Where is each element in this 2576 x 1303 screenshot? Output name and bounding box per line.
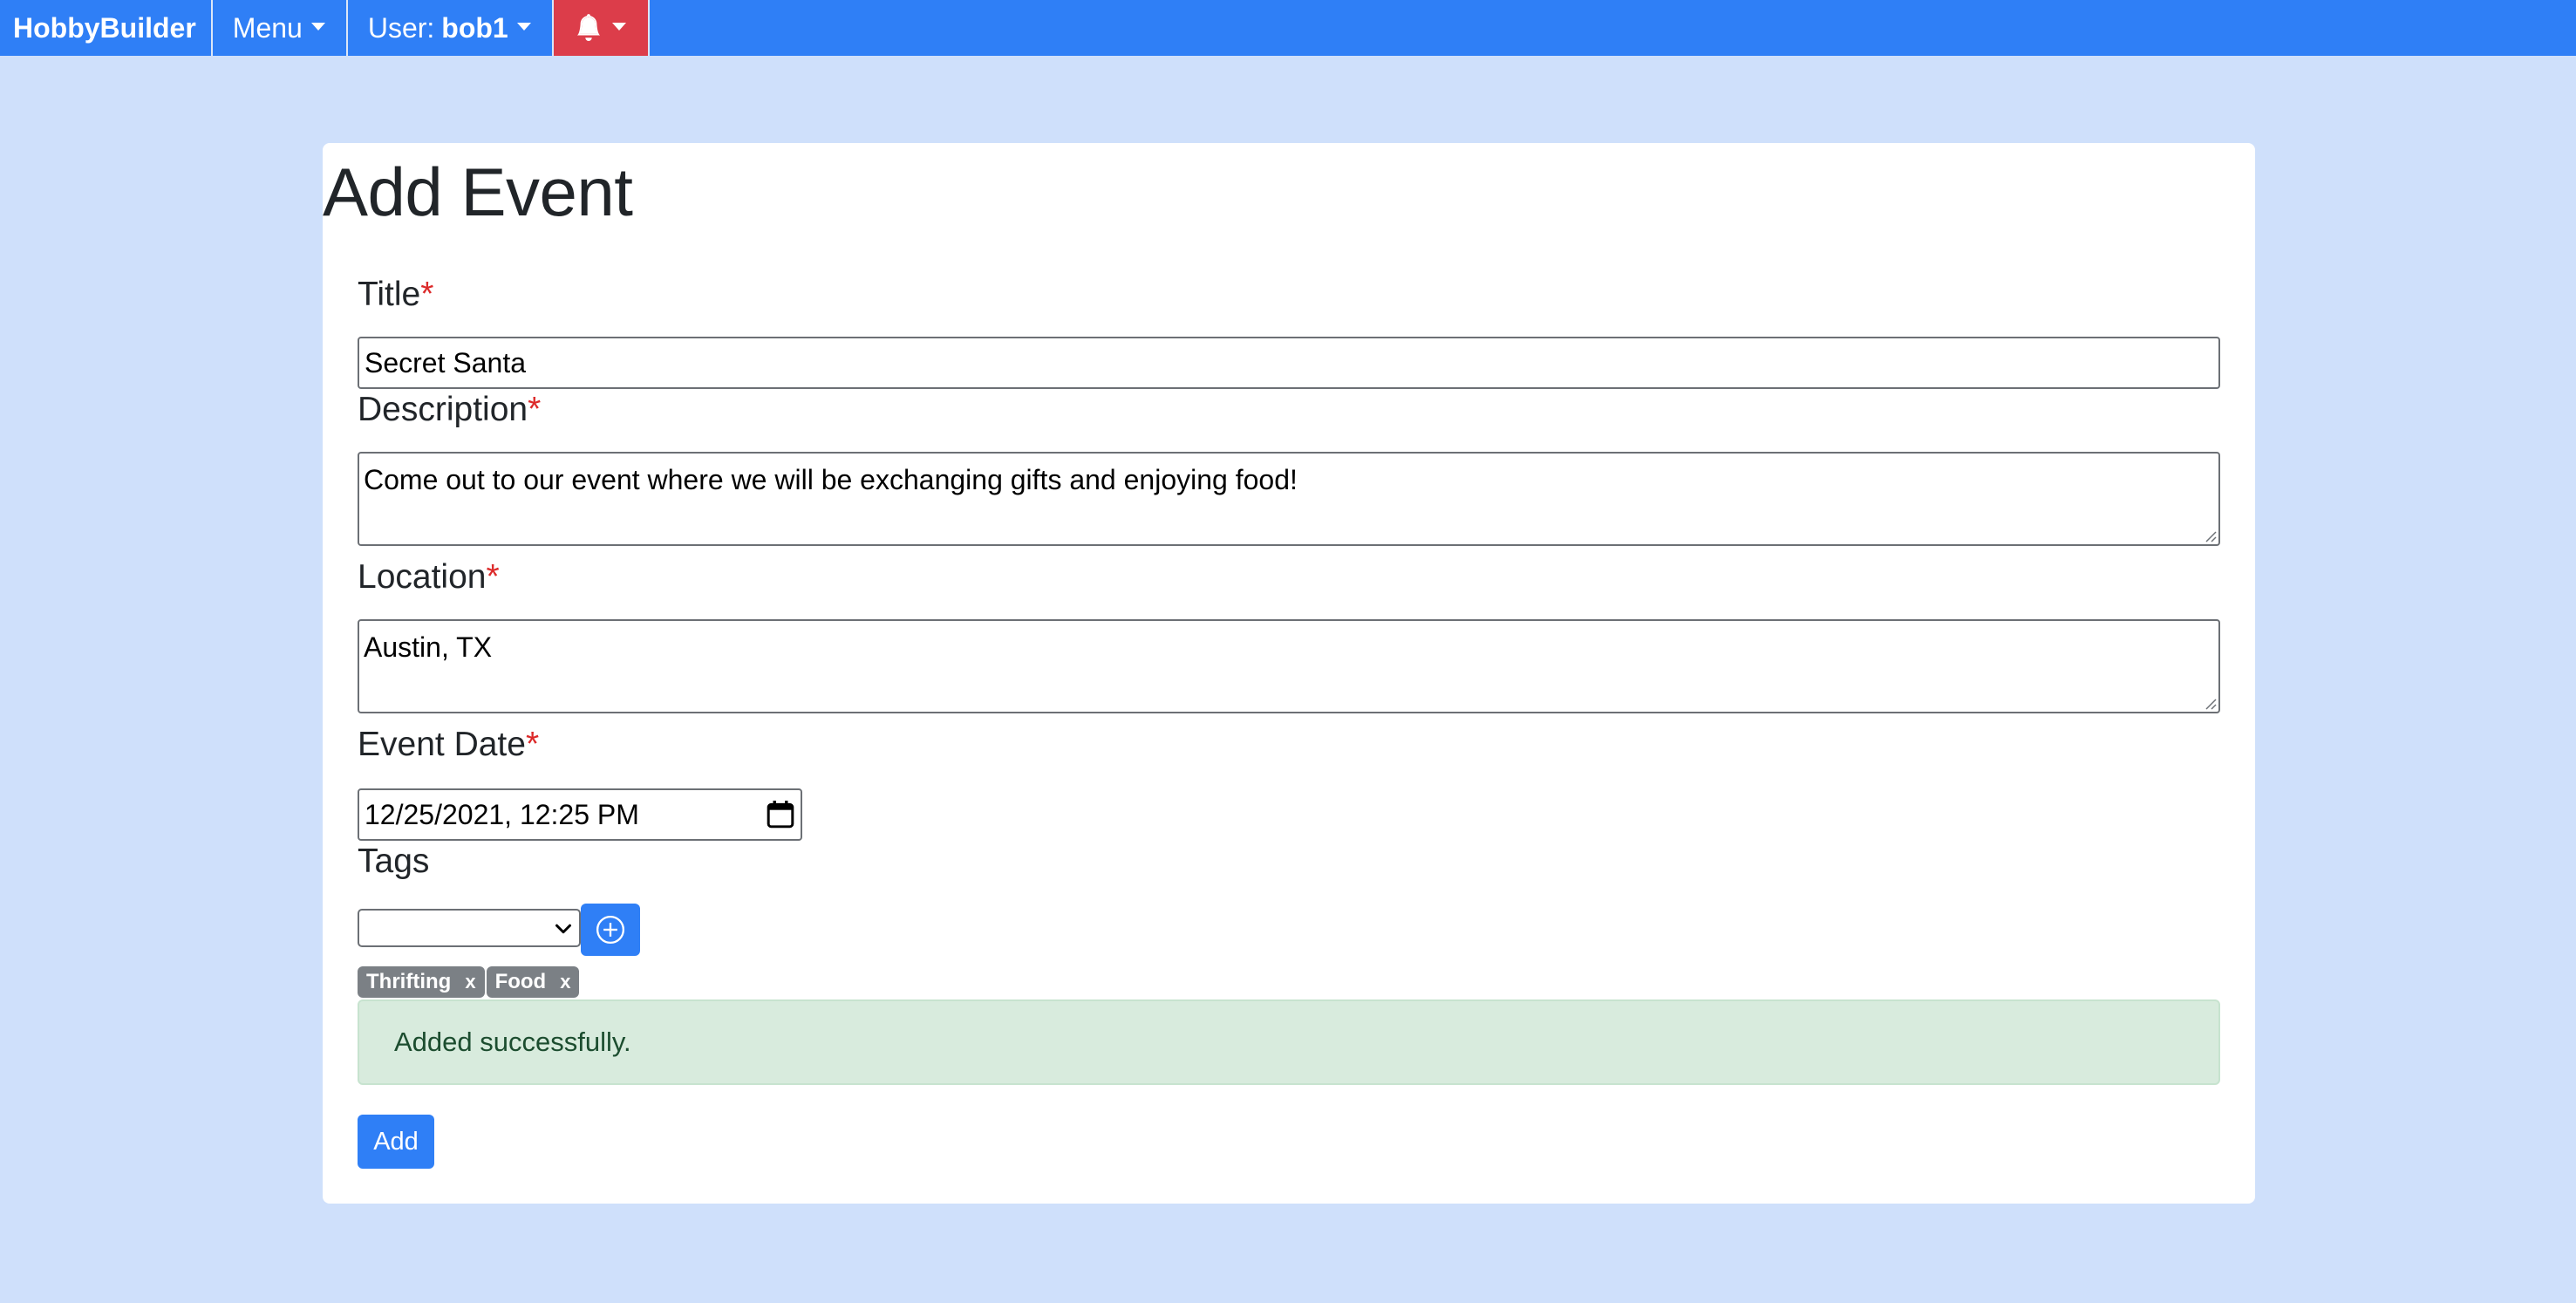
description-label-text: Description [358,391,528,428]
caret-down-icon [611,22,626,31]
brand-label: HobbyBuilder [13,11,196,44]
add-tag-button[interactable] [581,904,640,956]
top-navbar: HobbyBuilder Menu User: bob1 [0,0,2576,56]
location-label: Location* [358,556,500,598]
tags-label: Tags [358,843,430,880]
chevron-down-icon [555,924,571,934]
caret-down-icon [516,22,531,31]
event-date-input[interactable]: 12/25/2021, 12:25 PM [358,788,802,841]
tag-badge: Food x [486,966,580,998]
tag-badge: Thrifting x [358,966,485,998]
resize-grip-icon[interactable] [2203,529,2217,542]
add-button-label: Add [373,1127,419,1156]
title-label-text: Title [358,276,421,313]
notifications-dropdown[interactable] [553,0,650,56]
remove-tag-button[interactable]: x [465,971,475,993]
location-value: Austin, TX [364,631,493,663]
caret-down-icon [310,22,325,31]
title-input-value: Secret Santa [365,346,526,379]
required-marker: * [528,391,542,428]
event-date-label: Event Date* [358,724,539,766]
page-title: Add Event [323,153,633,230]
location-label-text: Location [358,558,487,596]
success-alert: Added successfully. [358,999,2220,1085]
tag-select[interactable] [358,909,581,947]
menu-label: Menu [232,11,303,44]
required-marker: * [420,276,434,313]
description-label: Description* [358,389,541,431]
remove-tag-button[interactable]: x [560,971,570,993]
resize-grip-icon[interactable] [2203,696,2217,710]
tag-name: Thrifting [366,970,452,993]
location-textarea[interactable]: Austin, TX [358,619,2220,713]
tag-list: Thrifting x Food x [358,966,580,998]
plus-circle-icon [596,915,625,945]
required-marker: * [525,726,540,763]
description-value: Come out to our event where we will be e… [364,464,1298,495]
username: bob1 [441,11,508,44]
add-button[interactable]: Add [358,1115,434,1169]
user-dropdown[interactable]: User: bob1 [348,0,554,56]
event-date-label-text: Event Date [358,726,526,763]
add-event-card: Add Event Title* Secret Santa Descriptio… [323,143,2255,1204]
description-textarea[interactable]: Come out to our event where we will be e… [358,452,2220,546]
bell-icon [576,14,600,41]
required-marker: * [486,558,500,596]
success-alert-text: Added successfully. [394,1027,631,1057]
calendar-icon[interactable] [766,800,795,829]
title-label: Title* [358,274,433,316]
tag-name: Food [494,970,547,993]
event-date-value: 12/25/2021, 12:25 PM [365,798,639,830]
brand-link[interactable]: HobbyBuilder [0,0,213,56]
menu-dropdown[interactable]: Menu [213,0,348,56]
title-input[interactable]: Secret Santa [358,337,2220,389]
user-prefix: User: [367,11,435,44]
